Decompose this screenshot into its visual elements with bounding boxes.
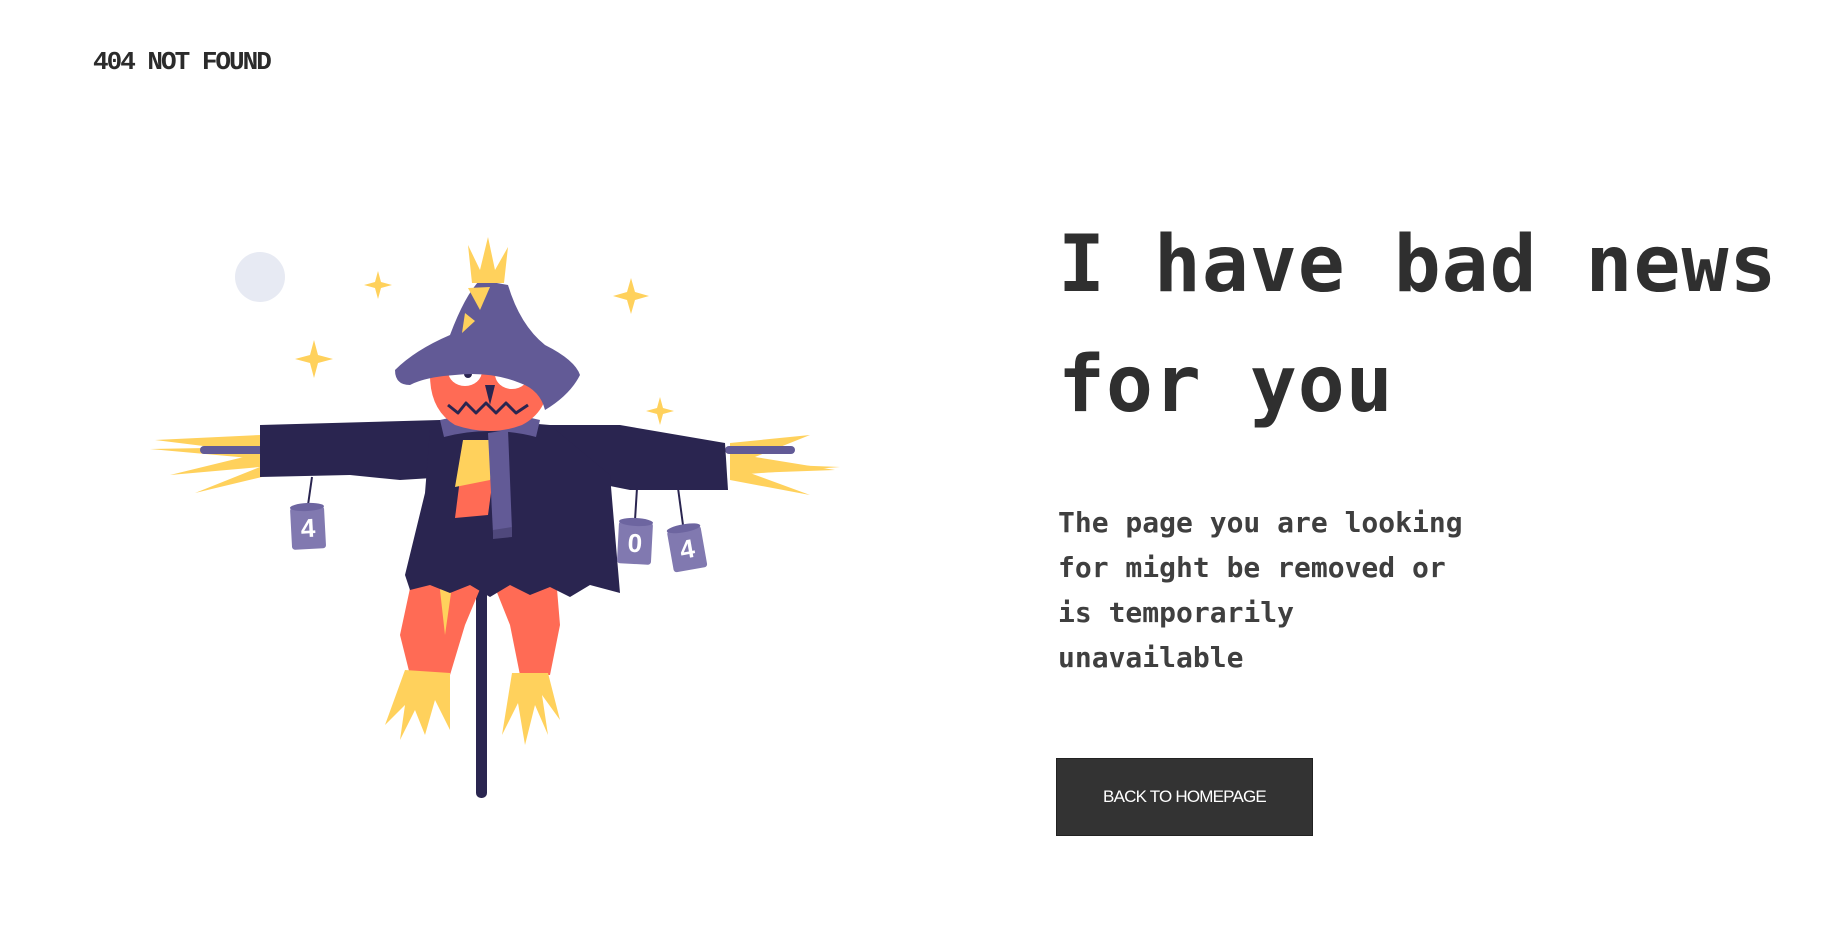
moon-icon bbox=[235, 252, 285, 302]
can-label-2: 0 bbox=[627, 528, 643, 559]
page-title: I have bad news for you bbox=[1058, 220, 1778, 430]
can-label-1: 4 bbox=[300, 513, 317, 544]
can-right: 4 bbox=[666, 523, 708, 573]
left-straw-hand bbox=[150, 435, 262, 493]
error-message: The page you are looking for might be re… bbox=[1058, 506, 1463, 674]
scarecrow-illustration: 4 0 4 bbox=[150, 237, 840, 798]
right-straw-hand bbox=[730, 435, 840, 495]
straw-tuft bbox=[468, 237, 508, 283]
back-to-homepage-button[interactable]: BACK TO HOMEPAGE bbox=[1056, 758, 1313, 836]
site-logo-text: 404 NOT FOUND bbox=[93, 47, 272, 77]
error-content: I have bad news for you The page you are… bbox=[1058, 205, 1818, 680]
can-middle: 0 bbox=[617, 517, 654, 565]
can-left: 4 bbox=[289, 502, 326, 550]
straw-feet bbox=[385, 670, 560, 745]
